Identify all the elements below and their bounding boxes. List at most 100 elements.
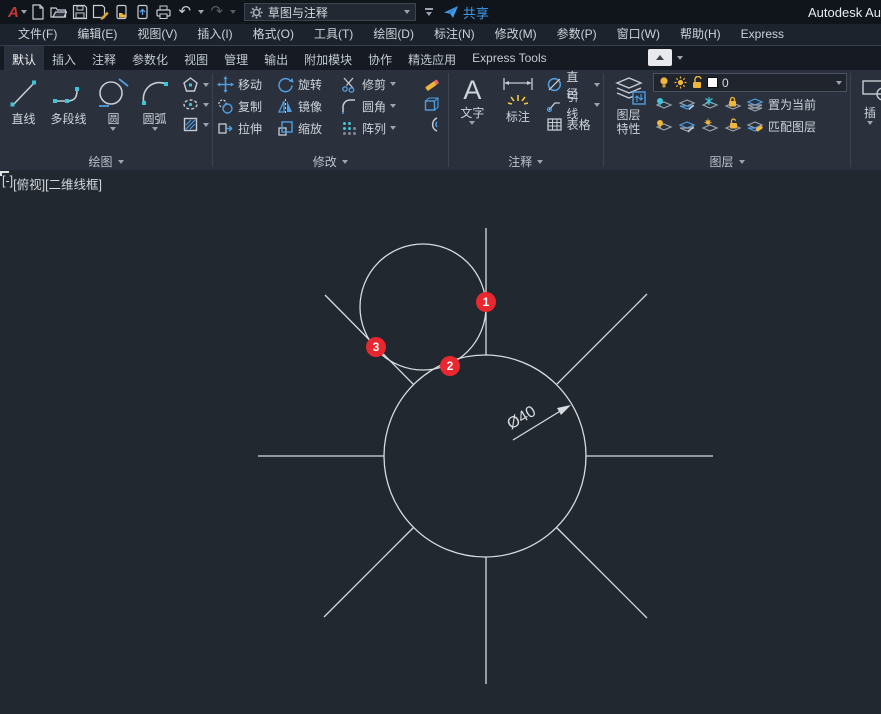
fillet-icon [341, 98, 358, 115]
layer-isolate-button[interactable] [676, 94, 696, 114]
tab-view[interactable]: 视图 [176, 46, 216, 70]
menu-dimension[interactable]: 标注(N) [424, 24, 485, 45]
menu-format[interactable]: 格式(O) [243, 24, 304, 45]
menu-view[interactable]: 视图(V) [127, 24, 187, 45]
redo-icon: ↷ [211, 3, 224, 21]
line-button[interactable]: 直线 [4, 73, 43, 153]
plot-button[interactable] [154, 2, 174, 22]
annotate-panel-expander[interactable]: 注释 [449, 153, 603, 170]
open-from-web-icon [114, 4, 129, 20]
save-button[interactable] [70, 2, 90, 22]
mirror-button[interactable]: 镜像 [277, 96, 341, 117]
open-from-web-button[interactable] [112, 2, 132, 22]
layer-properties-button[interactable]: 图层特性 [608, 73, 649, 153]
modify-panel-expander[interactable]: 修改 [213, 153, 448, 170]
save-as-button[interactable] [91, 2, 111, 22]
copy-button[interactable]: 复制 [217, 96, 277, 117]
circle-button[interactable]: 圆 [94, 73, 133, 153]
stretch-button[interactable]: 拉伸 [217, 118, 277, 139]
layer-on-button[interactable] [653, 116, 673, 136]
qat-menu-button[interactable] [422, 2, 436, 22]
hatch-button[interactable] [182, 116, 209, 133]
tab-annotate[interactable]: 注释 [84, 46, 124, 70]
menu-insert[interactable]: 插入(I) [187, 24, 242, 45]
workspace-switcher[interactable]: 草图与注释 [244, 3, 416, 21]
layer-off-icon [654, 96, 673, 112]
fillet-button[interactable]: 圆角 [341, 96, 419, 117]
menubar: 文件(F) 编辑(E) 视图(V) 插入(I) 格式(O) 工具(T) 绘图(D… [0, 24, 881, 46]
share-button[interactable]: 共享 [437, 3, 495, 22]
trim-button[interactable]: 修剪 [341, 74, 419, 95]
dimension-button[interactable]: 标注 [492, 73, 543, 153]
text-button[interactable]: A 文字 [453, 73, 493, 153]
scale-button[interactable]: 缩放 [277, 118, 341, 139]
layer-isolate-icon [677, 96, 696, 112]
tab-insert[interactable]: 插入 [44, 46, 84, 70]
chevron-down-icon [110, 127, 116, 131]
leader-button[interactable]: 引线 [546, 96, 600, 113]
layer-unlock-button[interactable] [722, 116, 742, 136]
new-file-button[interactable] [28, 2, 48, 22]
insert-block-button[interactable]: 插 [855, 73, 881, 170]
ribbon-collapse-button[interactable] [648, 49, 672, 66]
chevron-down-icon [867, 121, 873, 125]
drawing-canvas[interactable]: [-] [俯视] [二维线框] Ø40 [0, 170, 881, 714]
rotate-button[interactable]: 旋转 [277, 74, 341, 95]
tab-parametric[interactable]: 参数化 [124, 46, 176, 70]
layers-panel-expander[interactable]: 图层 [604, 153, 850, 170]
badge-number: 2 [447, 359, 454, 373]
layer-lock-button[interactable] [722, 94, 742, 114]
table-button[interactable]: 表格 [546, 116, 600, 133]
tab-manage[interactable]: 管理 [216, 46, 256, 70]
tab-output[interactable]: 输出 [256, 46, 296, 70]
ellipse-button[interactable] [182, 96, 209, 113]
layer-select[interactable]: 0 [653, 73, 847, 92]
qat-menu-icon [425, 8, 433, 16]
draw-panel: 直线 多段线 圆 [0, 70, 212, 170]
layer-off-button[interactable] [653, 94, 673, 114]
titlebar: A ↶ [0, 0, 881, 24]
undo-dropdown[interactable] [196, 2, 206, 22]
layer-unisolate-button[interactable] [676, 116, 696, 136]
draw-panel-expander[interactable]: 绘图 [0, 153, 212, 170]
save-to-web-button[interactable] [133, 2, 153, 22]
tab-home[interactable]: 默认 [4, 46, 44, 70]
redo-button[interactable]: ↷ [207, 2, 227, 22]
menu-help[interactable]: 帮助(H) [670, 24, 731, 45]
menu-window[interactable]: 窗口(W) [607, 24, 670, 45]
menu-edit[interactable]: 编辑(E) [67, 24, 127, 45]
layer-unisolate-icon [677, 118, 696, 134]
open-file-button[interactable] [49, 2, 69, 22]
match-layer-button[interactable]: 匹配图层 [745, 116, 816, 136]
tab-collaborate[interactable]: 协作 [360, 46, 400, 70]
menu-parametric[interactable]: 参数(P) [547, 24, 607, 45]
erase-button[interactable] [423, 76, 441, 93]
tab-express-tools[interactable]: Express Tools [464, 46, 554, 70]
arc-button[interactable]: 圆弧 [133, 73, 176, 153]
annotate-panel: A 文字 标注 直径 [449, 70, 603, 170]
menu-draw[interactable]: 绘图(D) [363, 24, 424, 45]
tab-featured-apps[interactable]: 精选应用 [400, 46, 464, 70]
chevron-down-icon [390, 126, 396, 130]
ribbon: 直线 多段线 圆 [0, 70, 881, 170]
polyline-button[interactable]: 多段线 [43, 73, 94, 153]
app-menu-button[interactable]: A [5, 2, 27, 22]
polygon-button[interactable] [182, 76, 209, 93]
menu-modify[interactable]: 修改(M) [485, 24, 547, 45]
set-current-layer-button[interactable]: 置为当前 [745, 94, 816, 114]
menu-tools[interactable]: 工具(T) [304, 24, 363, 45]
layer-thaw-button[interactable] [699, 116, 719, 136]
move-button[interactable]: 移动 [217, 74, 277, 95]
redo-dropdown[interactable] [228, 2, 238, 22]
array-button[interactable]: 阵列 [341, 118, 419, 139]
ribbon-collapse-dropdown[interactable] [677, 56, 683, 60]
explode-button[interactable] [423, 96, 441, 113]
layer-freeze-button[interactable] [699, 94, 719, 114]
trim-scissors-icon [341, 76, 358, 93]
menu-express[interactable]: Express [731, 24, 794, 45]
tab-addins[interactable]: 附加模块 [296, 46, 360, 70]
menu-file[interactable]: 文件(F) [8, 24, 67, 45]
offset-button[interactable] [423, 116, 441, 133]
undo-button[interactable]: ↶ [175, 2, 195, 22]
step-badge-1: 1 [476, 292, 496, 312]
